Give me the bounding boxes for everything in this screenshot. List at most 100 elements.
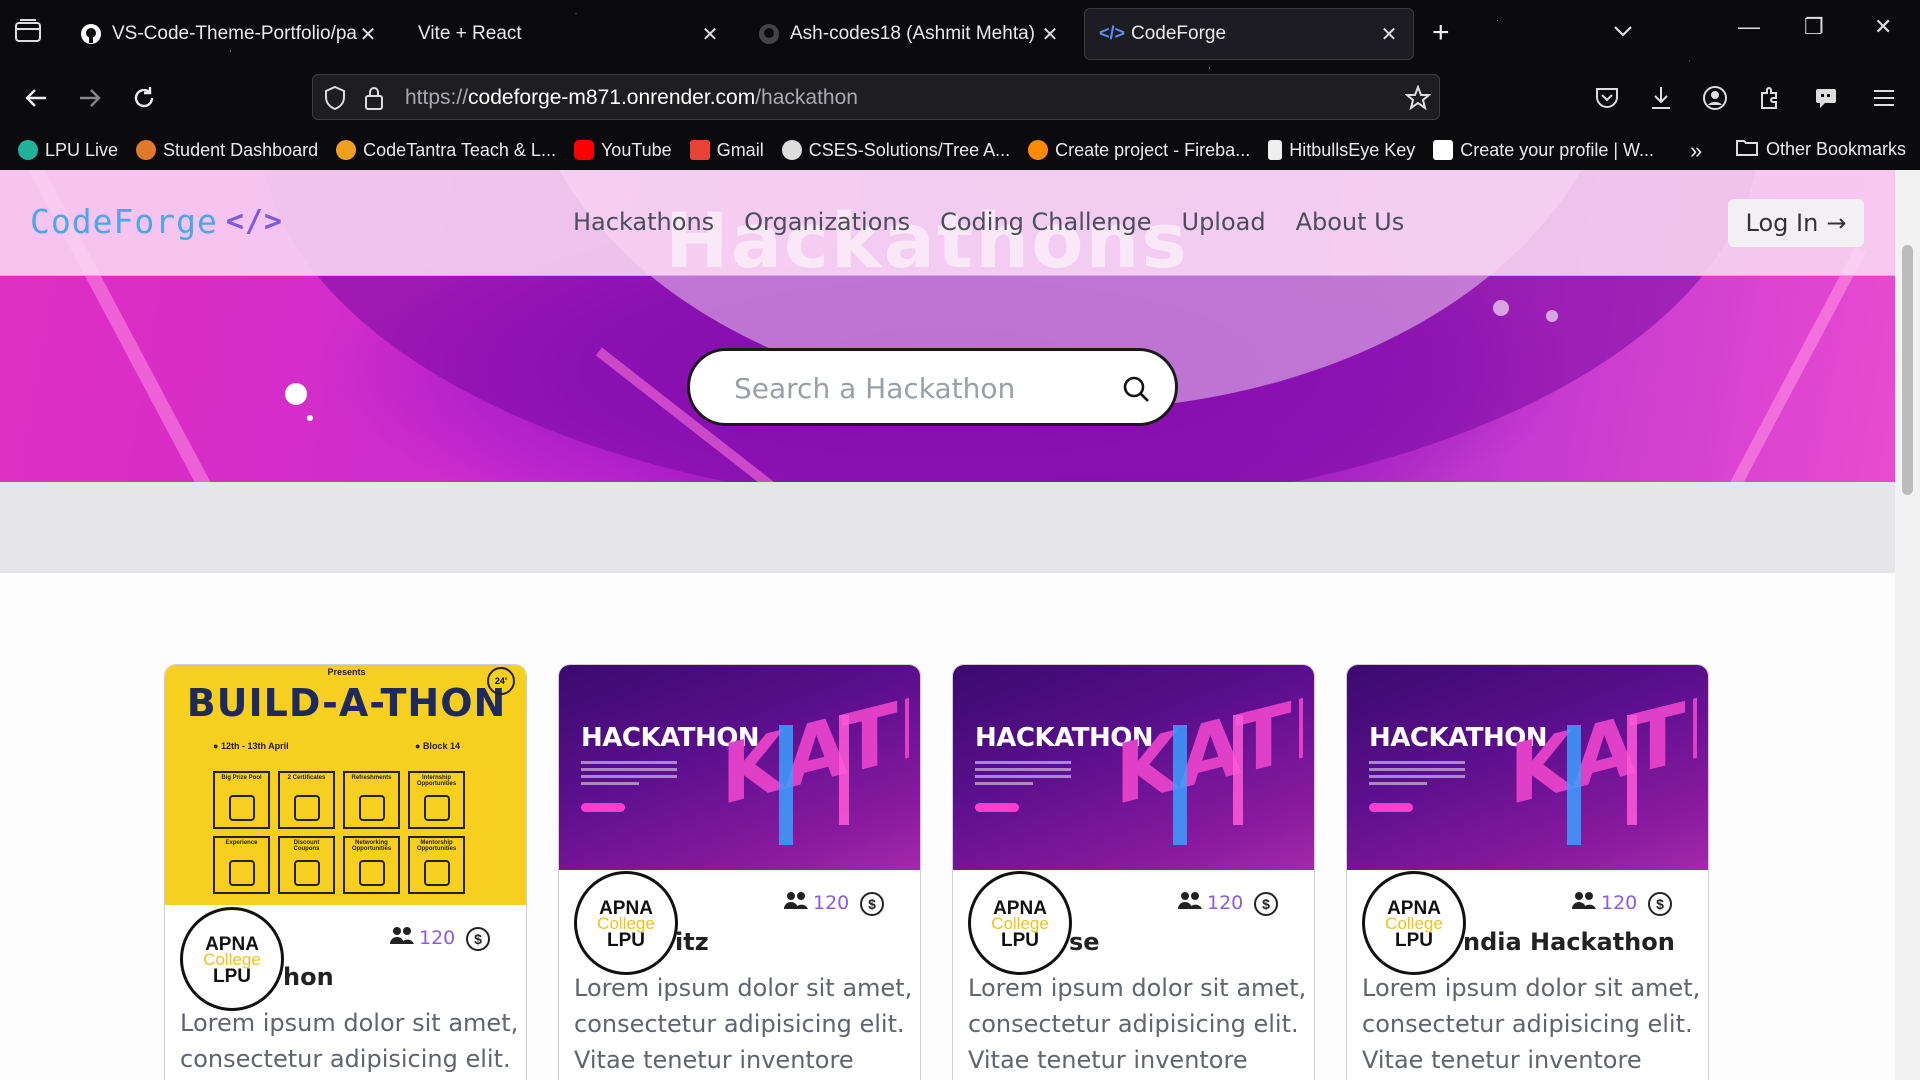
users-icon <box>783 890 809 915</box>
logo-text: CodeForge <box>30 202 218 241</box>
search-input[interactable] <box>734 368 1094 408</box>
card-poster: HACKATHON KATHON <box>559 665 920 870</box>
bookmark-profile[interactable]: Create your profile | W... <box>1433 140 1654 161</box>
forward-arrow-icon[interactable] <box>72 80 108 116</box>
tab-vite[interactable]: Vite + React ✕ <box>404 8 734 60</box>
search-box <box>687 348 1178 426</box>
org-avatar[interactable]: APNA College LPU <box>180 907 284 1011</box>
close-icon[interactable]: ✕ <box>1379 22 1399 47</box>
poster-title: BUILD-A-THON <box>186 681 507 725</box>
arrow-icon <box>1268 140 1283 160</box>
card-description: Lorem ipsum dolor sit amet, consectetur … <box>180 1009 519 1073</box>
url-bar[interactable]: https://codeforge-m871.onrender.com/hack… <box>312 74 1440 120</box>
bookmark-student-dashboard[interactable]: Student Dashboard <box>136 140 318 161</box>
hackathon-card[interactable]: HACKATHON KATHON 120 $ itz Lorem ipsum d… <box>558 664 921 1080</box>
extensions-icon[interactable] <box>1752 80 1788 116</box>
w-icon <box>1433 140 1454 160</box>
site-logo[interactable]: CodeForge </> <box>30 202 283 241</box>
restore-icon[interactable]: ❐ <box>1804 14 1824 40</box>
arrow-right-icon: → <box>1826 209 1847 237</box>
download-icon[interactable] <box>1643 80 1679 116</box>
org-avatar[interactable]: APNA College LPU <box>574 871 678 975</box>
code-icon: </> <box>225 204 283 239</box>
dollar-icon: $ <box>860 892 884 916</box>
handshake-icon <box>424 795 450 821</box>
other-bookmarks-label: Other Bookmarks <box>1766 139 1907 159</box>
reload-icon[interactable] <box>126 80 162 116</box>
org-avatar[interactable]: APNA College LPU <box>968 871 1072 975</box>
new-tab-icon[interactable]: + <box>1432 16 1450 50</box>
bookmark-lpu-live[interactable]: LPU Live <box>18 140 118 161</box>
bookmark-label: Gmail <box>716 139 764 160</box>
bookmark-firebase[interactable]: Create project - Fireba... <box>1028 140 1250 161</box>
members-count: 120 <box>783 890 849 915</box>
chevron-double-right-icon[interactable]: » <box>1690 138 1702 164</box>
poster-feature-box: Refreshments <box>343 771 400 829</box>
isometric-letters-art: KATHON <box>721 685 909 845</box>
star-bookmark-icon[interactable] <box>1404 84 1432 116</box>
food-icon <box>359 795 385 821</box>
dollar-icon: $ <box>1254 892 1278 916</box>
bookmark-cses[interactable]: CSES-Solutions/Tree A... <box>781 140 1010 161</box>
nav-coding-challenge[interactable]: Coding Challenge <box>940 208 1151 236</box>
hero-banner: Hackathons CodeForge </> Hackathons Orga… <box>0 170 1895 482</box>
page-scrollbar[interactable] <box>1895 170 1920 1080</box>
nav-upload[interactable]: Upload <box>1182 208 1266 236</box>
poster-date: ● 12th - 13th April <box>213 741 289 751</box>
lock-icon[interactable] <box>363 85 385 116</box>
hackathon-card[interactable]: HACKATHON KATHON 120 $ se Lorem ipsum do… <box>952 664 1315 1080</box>
tab-github-profile[interactable]: Ash-codes18 (Ashmit Mehta) ✕ <box>744 8 1074 60</box>
bookmark-label: YouTube <box>600 139 672 160</box>
card-title: itz <box>675 928 709 956</box>
poster-feature-box: Internship Opportunities <box>408 771 465 829</box>
minimize-icon[interactable]: — <box>1738 14 1760 40</box>
close-icon[interactable]: ✕ <box>700 22 720 47</box>
login-label: Log In <box>1745 209 1819 237</box>
hackathon-card[interactable]: HACKATHON KATHON 120 $ ndia Hackathon Lo… <box>1346 664 1709 1080</box>
dollar-icon: $ <box>466 927 490 951</box>
login-button[interactable]: Log In → <box>1728 199 1864 247</box>
back-arrow-icon[interactable] <box>18 80 54 116</box>
url-text[interactable]: https://codeforge-m871.onrender.com/hack… <box>405 86 858 110</box>
scrollbar-thumb[interactable] <box>1902 245 1913 495</box>
close-icon[interactable]: ✕ <box>358 22 378 47</box>
account-icon[interactable] <box>1697 80 1733 116</box>
github-icon <box>758 23 780 45</box>
org-avatar[interactable]: APNA College LPU <box>1362 871 1466 975</box>
main-nav: Hackathons Organizations Coding Challeng… <box>573 208 1404 236</box>
bookmark-gmail[interactable]: Gmail <box>689 139 764 161</box>
feedback-icon[interactable] <box>1808 80 1844 116</box>
window-close-icon[interactable]: ✕ <box>1874 14 1892 40</box>
other-bookmarks[interactable]: Other Bookmarks <box>1736 138 1906 161</box>
nav-about-us[interactable]: About Us <box>1296 208 1405 236</box>
tab-portfolio[interactable]: VS-Code-Theme-Portfolio/page ✕ <box>66 8 392 60</box>
github-icon <box>781 140 802 160</box>
pocket-icon[interactable] <box>1589 80 1625 116</box>
card-title: se <box>1069 928 1100 956</box>
nav-organizations[interactable]: Organizations <box>744 208 910 236</box>
poster-feature-box: Mentorship Opportunities <box>408 836 465 894</box>
card-description: Lorem ipsum dolor sit amet, consectetur … <box>968 974 1307 1074</box>
tab-codeforge[interactable]: </> CodeForge ✕ <box>1084 8 1414 60</box>
tab-list-icon[interactable] <box>14 18 48 48</box>
nav-hackathons[interactable]: Hackathons <box>573 208 714 236</box>
hackathon-card[interactable]: Presents BUILD-A-THON 24' ● 12th - 13th … <box>164 664 527 1080</box>
shield-icon[interactable] <box>323 85 347 116</box>
bookmark-codetantra[interactable]: CodeTantra Teach & L... <box>336 140 556 161</box>
bookmark-youtube[interactable]: YouTube <box>573 139 672 161</box>
hamburger-menu-icon[interactable] <box>1866 80 1902 116</box>
coupon-icon <box>294 860 320 886</box>
bookmark-hitbullseye[interactable]: HitbullsEye Key <box>1268 140 1415 161</box>
url-prefix: https:// <box>405 86 469 109</box>
close-icon[interactable]: ✕ <box>1040 22 1060 47</box>
chevron-down-icon[interactable] <box>1610 18 1636 49</box>
poster-location: ● Block 14 <box>415 741 460 751</box>
users-icon <box>389 925 415 950</box>
search-icon[interactable] <box>1122 375 1150 408</box>
lpu-live-icon <box>18 140 38 160</box>
site-header: Hackathons CodeForge </> Hackathons Orga… <box>0 170 1895 285</box>
bookmark-label: HitbullsEye Key <box>1289 139 1416 160</box>
poster-feature-box: Experience <box>213 836 270 894</box>
calendar-icon: ● <box>213 741 221 751</box>
card-poster: HACKATHON KATHON <box>953 665 1314 870</box>
